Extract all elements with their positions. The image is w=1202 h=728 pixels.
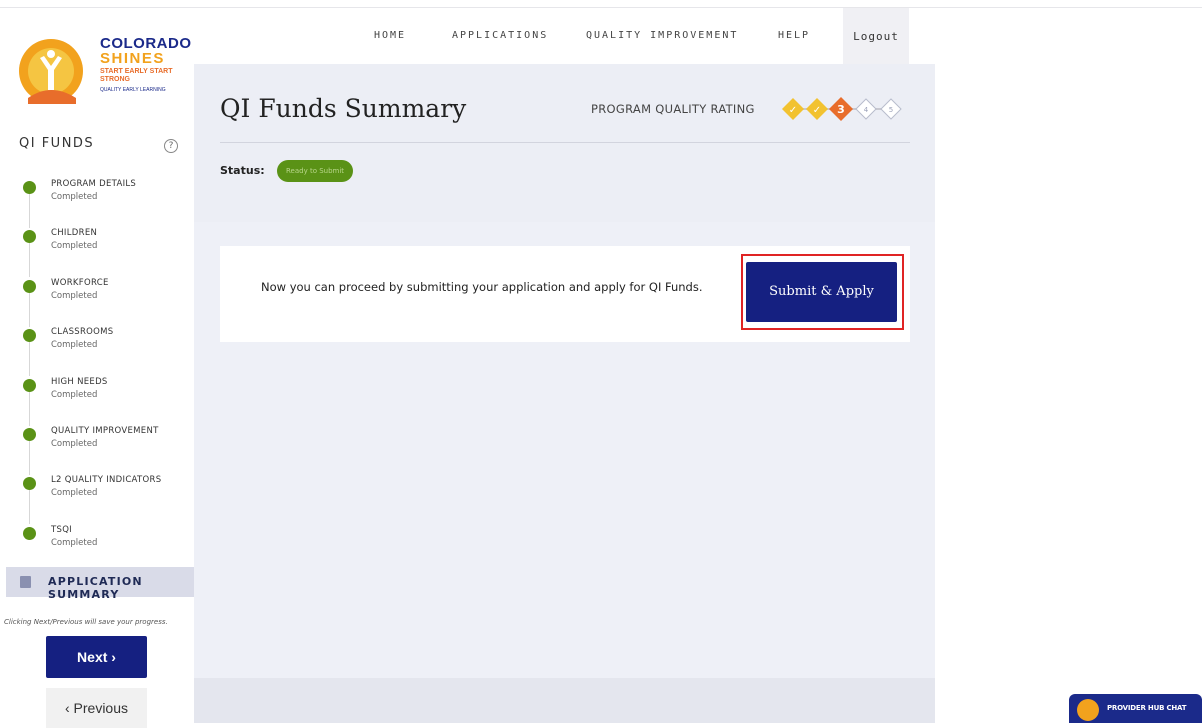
step-connector	[29, 243, 30, 278]
save-progress-hint: Clicking Next/Previous will save your pr…	[4, 618, 168, 626]
step-label: PROGRAM DETAILS	[51, 179, 137, 189]
step-label: CHILDREN	[51, 228, 98, 239]
complete-dot-icon	[23, 526, 36, 540]
rating-level-3-text: 3	[837, 103, 845, 116]
step-label: HIGH NEEDS	[51, 376, 108, 387]
previous-button[interactable]: ‹ Previous	[46, 688, 147, 728]
step-children[interactable]: CHILDREN Completed	[0, 227, 194, 278]
step-l2-quality-indicators[interactable]: L2 QUALITY INDICATORS Completed	[0, 474, 194, 525]
submit-highlight-frame: Submit & Apply	[741, 254, 904, 330]
rating-level-1-text: ✓	[789, 105, 797, 116]
step-connector	[29, 292, 30, 327]
page-title: QI Funds Summary	[220, 94, 467, 123]
program-quality-rating-label: PROGRAM QUALITY RATING	[591, 102, 755, 116]
step-program-details[interactable]: PROGRAM DETAILS Completed	[0, 178, 194, 228]
status-label: Status:	[220, 164, 265, 177]
step-status: Completed	[51, 389, 98, 400]
step-high-needs[interactable]: HIGH NEEDS Completed	[0, 376, 194, 426]
complete-dot-icon	[23, 378, 36, 392]
logo-tagline: START EARLY START STRONG	[100, 68, 173, 83]
sidebar-item-application-summary[interactable]: APPLICATION SUMMARY	[6, 567, 194, 601]
complete-dot-icon	[23, 230, 36, 244]
rating-level-2-diamond-icon: ✓	[806, 98, 828, 120]
nav-applications[interactable]: APPLICATIONS	[452, 30, 548, 41]
step-connector	[29, 391, 30, 426]
sun-figure-icon	[19, 39, 83, 104]
next-button[interactable]: Next ›	[46, 636, 147, 678]
step-connector	[29, 194, 30, 228]
step-label: CLASSROOMS	[51, 327, 114, 338]
sidebar: COLORADO SHINES START EARLY START STRONG…	[0, 8, 194, 728]
step-status: Completed	[51, 340, 98, 351]
step-connector	[29, 342, 30, 377]
rating-level-5-text: 5	[889, 106, 893, 114]
step-label: WORKFORCE	[51, 277, 109, 288]
complete-dot-icon	[23, 279, 36, 293]
rating-level-4-text: 4	[864, 106, 869, 114]
step-connector	[29, 440, 30, 475]
step-connector	[29, 490, 30, 525]
complete-dot-icon	[23, 181, 36, 194]
chat-avatar-icon	[1077, 699, 1099, 721]
rating-level-3-diamond-icon: 3	[829, 97, 853, 121]
rating-level-4-diamond-icon: 4	[855, 98, 877, 120]
colorado-shines-logo[interactable]: COLORADO SHINES START EARLY START STRONG…	[18, 30, 191, 110]
step-status: Completed	[51, 241, 98, 252]
logo-subtitle: QUALITY EARLY LEARNING	[100, 87, 166, 93]
chat-label: PROVIDER HUB CHAT	[1107, 704, 1187, 712]
step-label: L2 QUALITY INDICATORS	[51, 475, 162, 486]
footer-band	[194, 678, 935, 723]
rating-level-2-text: ✓	[813, 105, 821, 116]
progress-steps: PROGRAM DETAILS Completed CHILDREN Compl…	[0, 178, 194, 573]
step-status: Completed	[51, 290, 98, 301]
step-workforce[interactable]: WORKFORCE Completed	[0, 277, 194, 327]
step-status: Completed	[51, 192, 98, 202]
status-badge: Ready to Submit	[277, 160, 354, 182]
nav-quality-improvement[interactable]: QUALITY IMPROVEMENT	[586, 30, 738, 41]
submit-apply-button[interactable]: Submit & Apply	[746, 262, 897, 322]
logout-button[interactable]: Logout	[843, 8, 909, 64]
complete-dot-icon	[23, 329, 36, 343]
step-status: Completed	[51, 537, 98, 548]
header-divider	[220, 142, 910, 143]
step-classrooms[interactable]: CLASSROOMS Completed	[0, 326, 194, 377]
complete-dot-icon	[23, 477, 36, 491]
submit-card: Now you can proceed by submitting your a…	[220, 246, 910, 342]
step-label: QUALITY IMPROVEMENT	[51, 425, 159, 436]
main-content: QI Funds Summary PROGRAM QUALITY RATING …	[194, 64, 935, 723]
sidebar-item-label: APPLICATION SUMMARY	[48, 575, 143, 601]
step-quality-improvement[interactable]: QUALITY IMPROVEMENT Completed	[0, 425, 194, 475]
step-status: Completed	[51, 488, 98, 499]
quality-rating-diamonds: ✓ ✓ 3 4 5	[782, 97, 902, 121]
step-status: Completed	[51, 438, 98, 449]
submit-message: Now you can proceed by submitting your a…	[261, 280, 703, 294]
sidebar-title: QI FUNDS	[19, 136, 95, 151]
nav-help[interactable]: HELP	[778, 30, 810, 41]
step-tsqi[interactable]: TSQI Completed	[0, 524, 194, 573]
rating-level-1-diamond-icon: ✓	[782, 98, 804, 120]
step-label: TSQI	[51, 524, 72, 535]
summary-header: QI Funds Summary PROGRAM QUALITY RATING …	[194, 64, 935, 222]
content-area: Now you can proceed by submitting your a…	[194, 222, 935, 678]
clipboard-icon	[20, 576, 31, 588]
provider-hub-chat-button[interactable]: PROVIDER HUB CHAT	[1069, 694, 1202, 723]
help-circle-icon[interactable]: ?	[164, 139, 178, 153]
logo-line-shines: SHINES	[100, 50, 165, 67]
rating-level-5-diamond-icon: 5	[880, 98, 902, 120]
nav-home[interactable]: HOME	[374, 30, 406, 41]
complete-dot-icon	[23, 427, 36, 441]
